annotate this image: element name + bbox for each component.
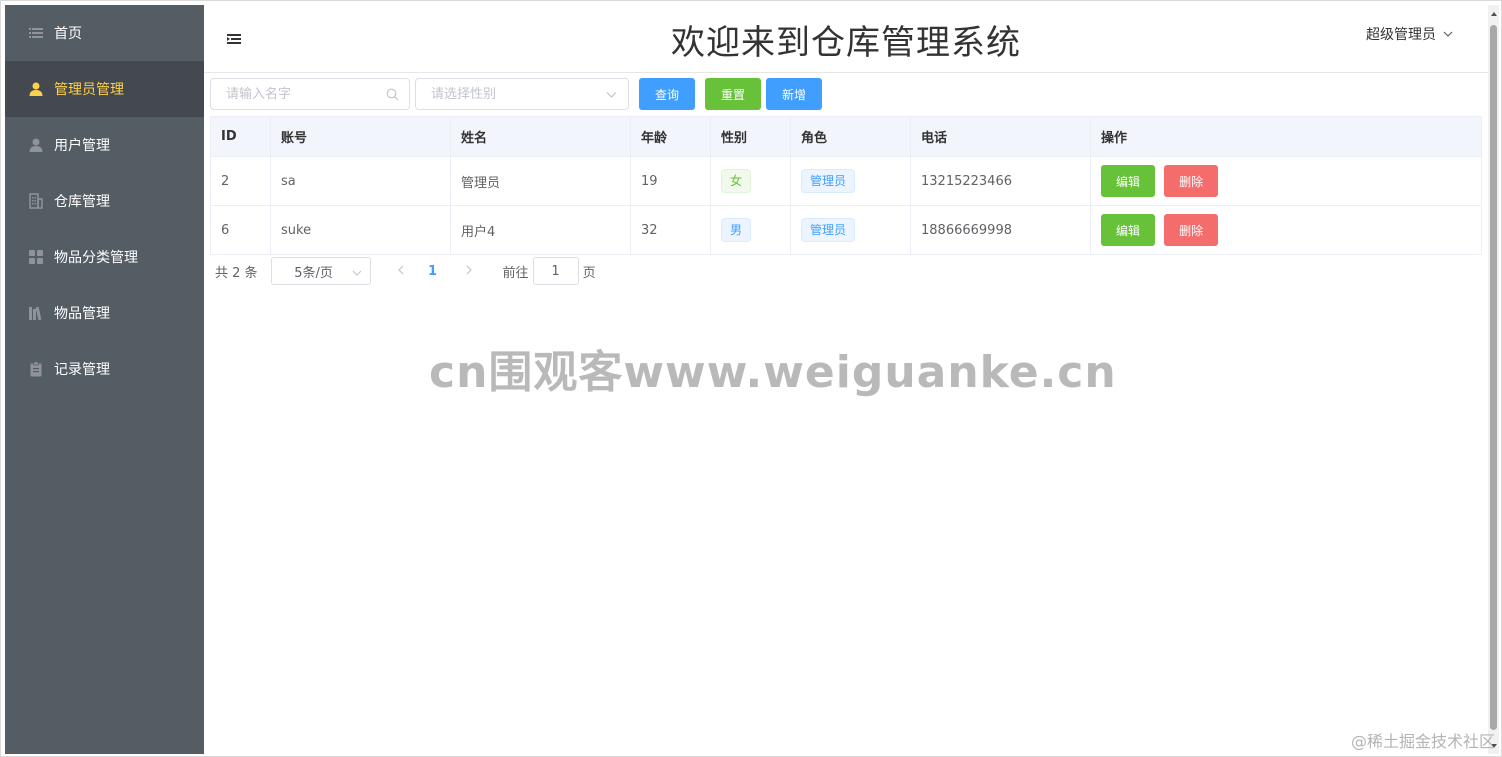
- sidebar: 首页 管理员管理 用户管理 仓库管理 物品分类管理 物品管理 记录管理: [5, 5, 204, 754]
- scroll-up-icon[interactable]: [1489, 9, 1498, 18]
- reset-button[interactable]: 重置: [705, 78, 761, 110]
- cell-id: 6: [210, 205, 271, 255]
- app-window: 首页 管理员管理 用户管理 仓库管理 物品分类管理 物品管理 记录管理 欢迎来到…: [0, 0, 1502, 757]
- cell-id: 2: [210, 156, 271, 206]
- gender-tag: 男: [721, 218, 752, 242]
- column-header-id: ID: [210, 116, 271, 157]
- page-number-current[interactable]: 1: [427, 264, 439, 279]
- page-suffix-label: 页: [582, 265, 596, 281]
- goto-page-input[interactable]: [532, 257, 579, 285]
- delete-button[interactable]: 删除: [1164, 165, 1219, 197]
- scrollbar-thumb[interactable]: [1490, 25, 1497, 730]
- role-tag: 管理员: [801, 218, 856, 242]
- sidebar-item-goods-management[interactable]: 物品管理: [5, 285, 204, 341]
- center-watermark: cn围观客www.weiguanke.cn: [429, 347, 1117, 398]
- chevron-left-icon: [396, 264, 406, 279]
- cell-actions: 编辑 删除: [1090, 205, 1482, 255]
- vertical-scrollbar[interactable]: [1488, 5, 1499, 754]
- user-filled-icon: [27, 80, 45, 98]
- sidebar-item-category-management[interactable]: 物品分类管理: [5, 229, 204, 285]
- sidebar-item-label: 首页: [54, 26, 82, 42]
- user-label: 超级管理员: [1366, 27, 1436, 43]
- corner-watermark: @稀土掘金技术社区: [1350, 732, 1495, 751]
- sidebar-item-warehouse-management[interactable]: 仓库管理: [5, 173, 204, 229]
- clipboard-icon: [27, 360, 45, 378]
- cell-name: 用户4: [450, 205, 631, 255]
- books-icon: [27, 304, 45, 322]
- sidebar-item-label: 仓库管理: [54, 194, 110, 210]
- page-size-select[interactable]: 5条/页: [270, 257, 371, 285]
- delete-button[interactable]: 删除: [1164, 214, 1219, 246]
- cell-role: 管理员: [790, 205, 911, 255]
- sidebar-item-record-management[interactable]: 记录管理: [5, 341, 204, 397]
- page-title: 欢迎来到仓库管理系统: [671, 23, 1021, 63]
- chevron-down-icon: [352, 267, 362, 277]
- column-header-actions: 操作: [1090, 116, 1482, 157]
- name-search-input[interactable]: [211, 79, 409, 109]
- cell-age: 32: [630, 205, 711, 255]
- query-button[interactable]: 查询: [639, 78, 695, 110]
- table-header-row: ID 账号 姓名 年龄 性别 角色 电话 操作: [210, 116, 1482, 157]
- search-toolbar: 查询 重置 新增: [210, 78, 822, 110]
- pagination: 共 2 条 5条/页 1 前往 页: [215, 257, 596, 285]
- search-icon: [386, 88, 399, 101]
- chevron-down-icon: [605, 88, 618, 101]
- grid-icon: [27, 248, 45, 266]
- sidebar-item-home[interactable]: 首页: [5, 5, 204, 61]
- user-dropdown[interactable]: 超级管理员: [1366, 24, 1454, 44]
- cell-gender: 女: [710, 156, 791, 206]
- column-header-account: 账号: [270, 116, 451, 157]
- gender-select[interactable]: [415, 78, 629, 110]
- column-header-role: 角色: [790, 116, 911, 157]
- name-search-field: [210, 78, 410, 110]
- gender-select-input[interactable]: [416, 79, 628, 109]
- building-icon: [27, 192, 45, 210]
- cell-phone: 13215223466: [910, 156, 1091, 206]
- pagination-total: 共 2 条: [215, 265, 258, 281]
- menu-list-icon: [27, 24, 45, 42]
- edit-button[interactable]: 编辑: [1101, 165, 1156, 197]
- cell-actions: 编辑 删除: [1090, 156, 1482, 206]
- cell-role: 管理员: [790, 156, 911, 206]
- column-header-gender: 性别: [710, 116, 791, 157]
- table-row: 2 sa 管理员 19 女 管理员 13215223466 编辑 删除: [210, 156, 1482, 206]
- cell-account: suke: [270, 205, 451, 255]
- cell-account: sa: [270, 156, 451, 206]
- column-header-name: 姓名: [450, 116, 631, 157]
- prev-page-button[interactable]: [391, 261, 411, 281]
- sidebar-item-admin-management[interactable]: 管理员管理: [5, 61, 204, 117]
- column-header-age: 年龄: [630, 116, 711, 157]
- add-button[interactable]: 新增: [766, 78, 822, 110]
- sidebar-item-label: 管理员管理: [54, 82, 124, 98]
- cell-gender: 男: [710, 205, 791, 255]
- sidebar-item-label: 物品管理: [54, 306, 110, 322]
- user-icon: [27, 136, 45, 154]
- cell-age: 19: [630, 156, 711, 206]
- sidebar-item-label: 用户管理: [54, 138, 110, 154]
- page-size-value: 5条/页: [294, 265, 333, 281]
- sidebar-item-user-management[interactable]: 用户管理: [5, 117, 204, 173]
- gender-tag: 女: [721, 169, 752, 193]
- role-tag: 管理员: [801, 169, 856, 193]
- header: 欢迎来到仓库管理系统 超级管理员: [204, 5, 1488, 73]
- edit-button[interactable]: 编辑: [1101, 214, 1156, 246]
- table-row: 6 suke 用户4 32 男 管理员 18866669998 编辑 删除: [210, 205, 1482, 255]
- sidebar-item-label: 物品分类管理: [54, 250, 138, 266]
- admin-table: ID 账号 姓名 年龄 性别 角色 电话 操作 2 sa 管理员 19 女 管理…: [210, 116, 1482, 255]
- chevron-right-icon: [464, 264, 474, 279]
- next-page-button[interactable]: [459, 261, 479, 281]
- cell-name: 管理员: [450, 156, 631, 206]
- chevron-down-icon: [1442, 28, 1454, 40]
- column-header-phone: 电话: [910, 116, 1091, 157]
- cell-phone: 18866669998: [910, 205, 1091, 255]
- sidebar-item-label: 记录管理: [54, 362, 110, 378]
- goto-label: 前往: [502, 265, 529, 281]
